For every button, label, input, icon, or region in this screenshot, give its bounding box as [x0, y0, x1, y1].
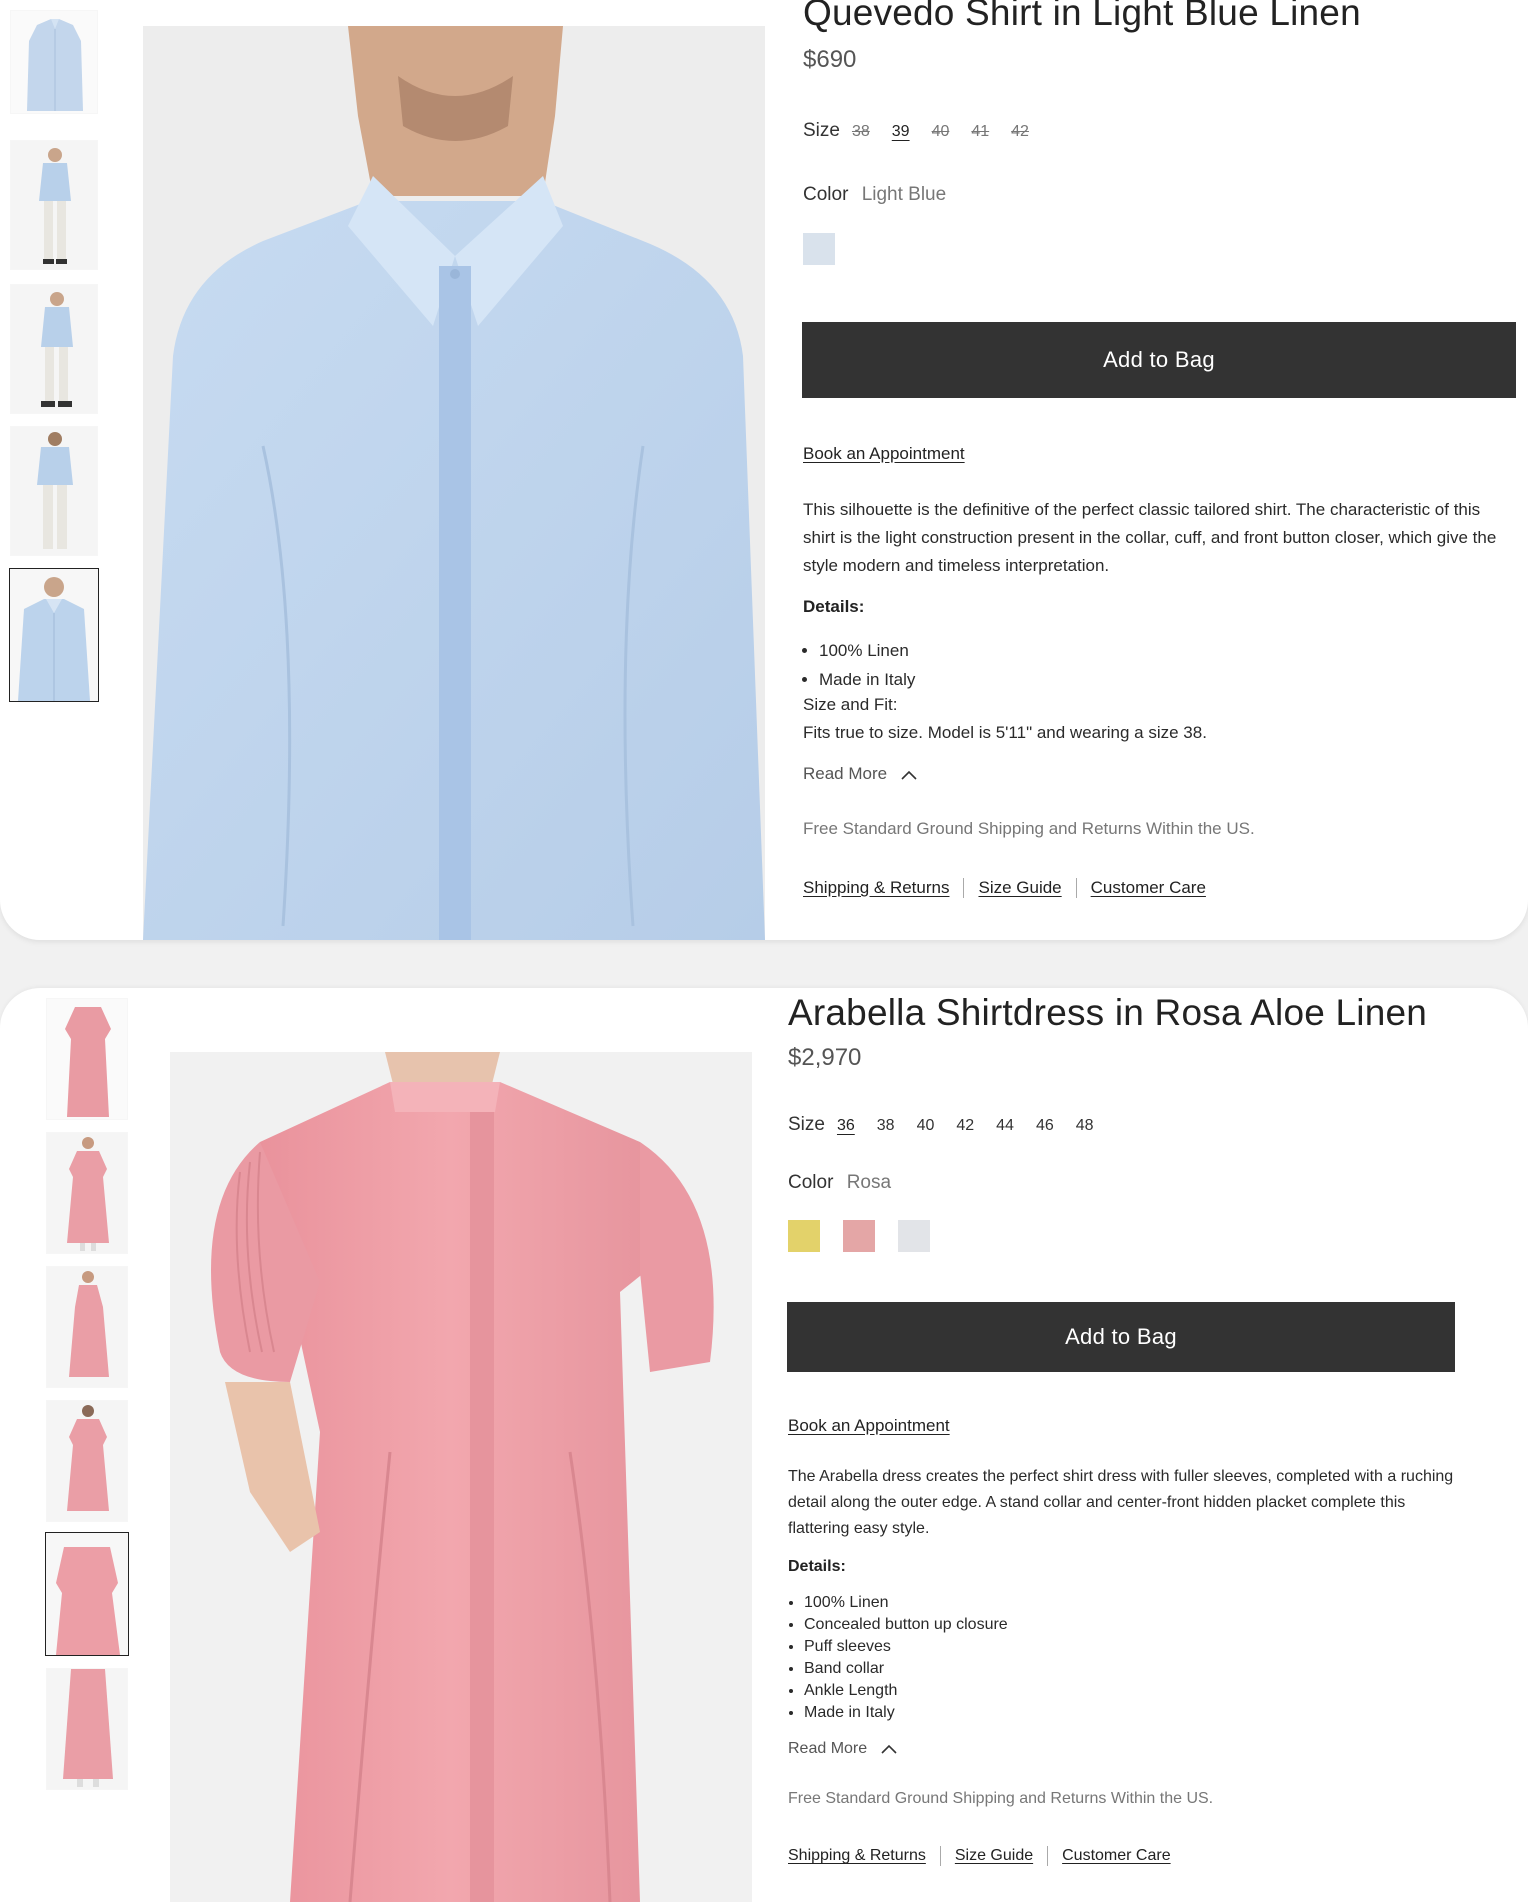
product-title: Arabella Shirtdress in Rosa Aloe Linen	[788, 992, 1428, 1033]
product-price: $690	[803, 46, 857, 73]
size-label: Size	[788, 1114, 825, 1135]
product-description: This silhouette is the definitive of the…	[803, 500, 1497, 575]
thumbnail-6[interactable]	[46, 1668, 128, 1790]
size-option-38[interactable]: 38	[852, 123, 870, 141]
size-guide-link[interactable]: Size Guide	[978, 878, 1061, 898]
footer-links: Shipping & Returns Size Guide Customer C…	[803, 878, 1206, 898]
book-appointment-link[interactable]: Book an Appointment	[788, 1416, 950, 1436]
size-options: 36 38 40 42 44 46 48	[837, 1117, 1116, 1135]
product-card-arabella-shirtdress: Arabella Shirtdress in Rosa Aloe Linen $…	[0, 988, 1528, 1902]
read-more-toggle[interactable]: Read More	[788, 1740, 898, 1758]
size-option-41[interactable]: 41	[971, 123, 989, 141]
thumbnail-3[interactable]	[10, 284, 98, 414]
color-selector: Color Rosa	[788, 1172, 891, 1194]
customer-care-link[interactable]: Customer Care	[1091, 878, 1206, 898]
details-list: 100% LinenMade in Italy	[803, 636, 915, 694]
size-fit-heading: Size and Fit:	[803, 695, 898, 714]
size-option-42[interactable]: 42	[956, 1117, 974, 1135]
size-option-36[interactable]: 36	[837, 1117, 855, 1135]
product-card-quevedo-shirt: Quevedo Shirt in Light Blue Linen $690 S…	[0, 0, 1528, 940]
thumbnail-2[interactable]	[46, 1132, 128, 1254]
size-fit-text: Fits true to size. Model is 5'11" and we…	[803, 723, 1207, 742]
color-swatch[interactable]	[898, 1220, 930, 1252]
thumbnail-4[interactable]	[10, 426, 98, 556]
thumbnail-2[interactable]	[10, 140, 98, 270]
size-selector: Size 38 39 40 41 42	[803, 120, 1051, 142]
color-label: Color	[788, 1172, 834, 1193]
size-option-40[interactable]: 40	[932, 123, 950, 141]
size-option-39[interactable]: 39	[892, 123, 910, 141]
detail-item: Band collar	[804, 1658, 1008, 1680]
size-option-48[interactable]: 48	[1076, 1117, 1094, 1135]
color-swatch[interactable]	[803, 233, 835, 265]
color-swatch[interactable]	[843, 1220, 875, 1252]
thumbnail-3[interactable]	[46, 1266, 128, 1388]
details-heading: Details:	[803, 597, 865, 616]
shipping-note: Free Standard Ground Shipping and Return…	[788, 1790, 1214, 1807]
book-appointment-link[interactable]: Book an Appointment	[803, 444, 965, 464]
add-to-bag-button[interactable]: Add to Bag	[802, 322, 1516, 398]
size-option-46[interactable]: 46	[1036, 1117, 1054, 1135]
link-divider	[939, 1846, 941, 1866]
thumbnail-4[interactable]	[46, 1400, 128, 1522]
detail-item: Made in Italy	[804, 1702, 1008, 1724]
color-value: Rosa	[846, 1172, 892, 1193]
read-more-toggle[interactable]: Read More	[803, 764, 918, 784]
shipping-note: Free Standard Ground Shipping and Return…	[803, 819, 1255, 838]
details-list: 100% LinenConcealed button up closurePuf…	[788, 1592, 1008, 1724]
size-label: Size	[803, 120, 840, 141]
color-label: Color	[803, 184, 849, 205]
customer-care-link[interactable]: Customer Care	[1062, 1847, 1170, 1865]
size-option-40[interactable]: 40	[917, 1117, 935, 1135]
detail-item: Made in Italy	[819, 665, 915, 694]
link-divider	[963, 878, 965, 898]
product-price: $2,970	[788, 1044, 862, 1071]
detail-item: Puff sleeves	[804, 1636, 1008, 1658]
chevron-up-icon	[901, 770, 917, 780]
detail-item: 100% Linen	[819, 636, 915, 665]
shipping-returns-link[interactable]: Shipping & Returns	[803, 878, 949, 898]
add-to-bag-button[interactable]: Add to Bag	[787, 1302, 1455, 1372]
shipping-returns-link[interactable]: Shipping & Returns	[788, 1847, 926, 1865]
thumbnail-5[interactable]	[45, 1532, 129, 1656]
size-option-38[interactable]: 38	[877, 1117, 895, 1135]
detail-item: Ankle Length	[804, 1680, 1008, 1702]
link-divider	[1047, 1846, 1049, 1866]
read-more-label: Read More	[803, 764, 888, 783]
footer-links: Shipping & Returns Size Guide Customer C…	[788, 1846, 1171, 1866]
product-main-image	[143, 26, 765, 940]
thumbnail-1[interactable]	[10, 10, 98, 114]
size-option-44[interactable]: 44	[996, 1117, 1014, 1135]
product-main-image	[170, 1052, 752, 1902]
size-selector: Size 36 38 40 42 44 46 48	[788, 1114, 1116, 1136]
link-divider	[1075, 878, 1077, 898]
color-value: Light Blue	[861, 184, 947, 205]
chevron-up-icon	[881, 1744, 897, 1754]
color-selector: Color Light Blue	[803, 184, 946, 206]
color-swatch[interactable]	[788, 1220, 820, 1252]
thumbnail-1[interactable]	[46, 998, 128, 1120]
size-guide-link[interactable]: Size Guide	[955, 1847, 1033, 1865]
size-option-42[interactable]: 42	[1011, 123, 1029, 141]
size-options: 38 39 40 41 42	[852, 123, 1051, 141]
read-more-label: Read More	[788, 1740, 868, 1757]
detail-item: 100% Linen	[804, 1592, 1008, 1614]
product-description: The Arabella dress creates the perfect s…	[788, 1468, 1454, 1537]
details-heading: Details:	[788, 1558, 846, 1575]
product-title: Quevedo Shirt in Light Blue Linen	[803, 0, 1361, 33]
thumbnail-5[interactable]	[9, 568, 99, 702]
detail-item: Concealed button up closure	[804, 1614, 1008, 1636]
